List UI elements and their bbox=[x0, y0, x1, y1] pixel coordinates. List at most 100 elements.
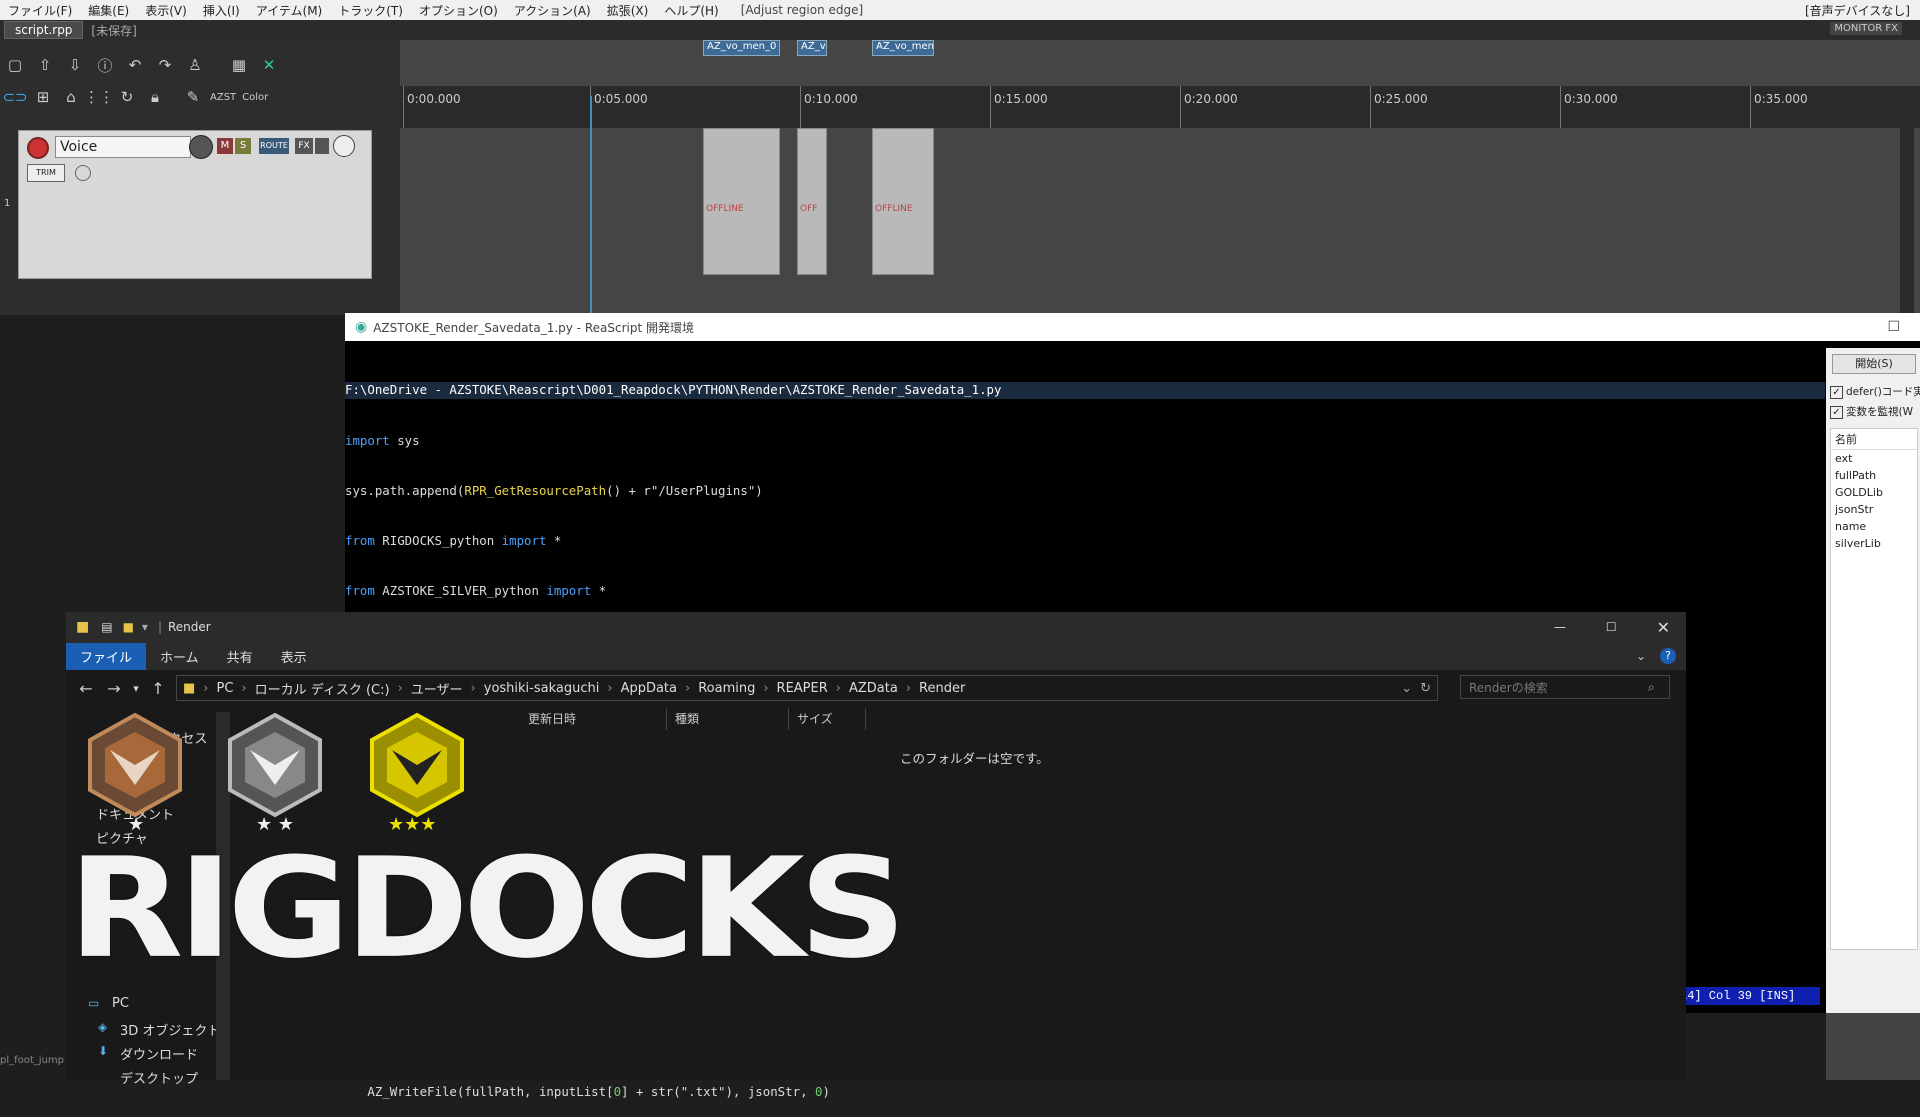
trim-button[interactable]: TRIM bbox=[27, 164, 65, 182]
column-size[interactable]: サイズ bbox=[789, 708, 866, 730]
azst-label[interactable]: AZST bbox=[210, 92, 236, 103]
variable-item[interactable]: jsonStr bbox=[1831, 501, 1917, 518]
column-type[interactable]: 種類 bbox=[667, 708, 789, 730]
properties-icon[interactable]: ▤ bbox=[101, 620, 112, 634]
ribbon-tab-home[interactable]: ホーム bbox=[146, 643, 213, 670]
refresh-icon[interactable]: ↻ bbox=[1420, 681, 1431, 696]
track-name-field[interactable]: Voice bbox=[55, 136, 191, 158]
lines-icon[interactable]: ⋮⋮ bbox=[84, 86, 114, 108]
column-date[interactable]: 更新日時 bbox=[520, 708, 667, 730]
menu-options[interactable]: オプション(O) bbox=[411, 2, 506, 19]
back-icon[interactable]: ← bbox=[72, 679, 100, 698]
timeline-ruler[interactable]: 0:00.000 0:05.000 0:10.000 0:15.000 0:20.000… bbox=[400, 86, 1920, 128]
quick-access-dropdown-icon[interactable]: ▾ bbox=[142, 620, 148, 634]
maximize-icon[interactable]: ☐ bbox=[1606, 620, 1617, 634]
record-arm-icon[interactable] bbox=[27, 137, 49, 159]
ribbon-tab-file[interactable]: ファイル bbox=[66, 642, 147, 670]
help-icon[interactable]: ? bbox=[1660, 648, 1676, 664]
variable-item[interactable]: name bbox=[1831, 518, 1917, 535]
arrange-view[interactable] bbox=[400, 40, 1920, 315]
forward-icon[interactable]: → bbox=[100, 679, 128, 698]
breadcrumb-pc[interactable]: PC bbox=[213, 681, 238, 696]
breadcrumb-local-disk[interactable]: ローカル ディスク (C:) bbox=[251, 679, 394, 698]
arrange-scrollbar[interactable] bbox=[1900, 120, 1914, 315]
close-icon[interactable]: ✕ bbox=[1657, 618, 1670, 637]
audio-device-status[interactable]: [音声デバイスなし] bbox=[1805, 2, 1920, 19]
region-marker[interactable]: AZ_v bbox=[797, 40, 827, 56]
redo-icon[interactable]: ↷ bbox=[154, 54, 176, 76]
info-icon[interactable]: ⓘ bbox=[94, 54, 116, 76]
breadcrumb-render[interactable]: Render bbox=[915, 681, 969, 696]
variable-item[interactable]: GOLDLib bbox=[1831, 484, 1917, 501]
grid-icon[interactable]: ▦ bbox=[228, 54, 250, 76]
menu-extensions[interactable]: 拡張(X) bbox=[599, 2, 657, 19]
menu-file[interactable]: ファイル(F) bbox=[0, 2, 80, 19]
route-button[interactable]: ROUTE bbox=[259, 138, 289, 154]
recent-dropdown-icon[interactable]: ▾ bbox=[128, 682, 144, 695]
pencil-icon[interactable]: ✎ bbox=[182, 86, 204, 108]
nav-desktop[interactable]: デスクトップ bbox=[120, 1068, 198, 1087]
menu-insert[interactable]: 挿入(I) bbox=[195, 2, 248, 19]
save-icon[interactable]: ⇩ bbox=[64, 54, 86, 76]
variable-item[interactable]: silverLib bbox=[1831, 535, 1917, 552]
breadcrumb-user[interactable]: yoshiki-sakaguchi bbox=[480, 681, 604, 696]
maximize-icon[interactable]: ☐ bbox=[1887, 319, 1900, 335]
variable-item[interactable]: ext bbox=[1831, 450, 1917, 467]
breadcrumb-appdata[interactable]: AppData bbox=[617, 681, 681, 696]
mute-button[interactable]: M bbox=[217, 138, 233, 154]
minimize-icon[interactable]: — bbox=[1554, 620, 1566, 634]
snap-icon[interactable]: ⊞ bbox=[32, 86, 54, 108]
ribbon-tab-view[interactable]: 表示 bbox=[267, 643, 321, 670]
ribbon-expand-icon[interactable]: ⌄ bbox=[1636, 649, 1646, 663]
menu-actions[interactable]: アクション(A) bbox=[506, 2, 599, 19]
menu-track[interactable]: トラック(T) bbox=[330, 2, 411, 19]
lock-icon[interactable]: 🔒︎ bbox=[144, 86, 166, 108]
menu-item[interactable]: アイテム(M) bbox=[248, 2, 331, 19]
new-folder-icon[interactable]: ■ bbox=[123, 620, 134, 634]
link-icon[interactable]: ⊂⊃ bbox=[2, 86, 27, 108]
breadcrumb-users[interactable]: ユーザー bbox=[407, 679, 467, 698]
color-label[interactable]: Color bbox=[242, 92, 268, 103]
open-file-icon[interactable]: ⇧ bbox=[34, 54, 56, 76]
monitor-fx-button[interactable]: MONITOR FX bbox=[1830, 22, 1902, 35]
up-icon[interactable]: ↑ bbox=[144, 679, 172, 698]
nav-downloads[interactable]: ダウンロード bbox=[120, 1044, 198, 1063]
media-item[interactable]: OFFLINE bbox=[872, 128, 934, 275]
loop-icon[interactable]: ↻ bbox=[116, 86, 138, 108]
track-voice[interactable]: Voice M S ROUTE FX TRIM bbox=[18, 130, 372, 279]
project-tab[interactable]: script.rpp bbox=[4, 21, 84, 39]
nav-3d-objects[interactable]: 3D オブジェクト bbox=[120, 1020, 220, 1039]
menu-view[interactable]: 表示(V) bbox=[137, 2, 195, 19]
envelope-icon[interactable]: ⌂ bbox=[60, 86, 82, 108]
undo-icon[interactable]: ↶ bbox=[124, 54, 146, 76]
phase-icon[interactable] bbox=[75, 165, 91, 181]
media-item[interactable]: OFF bbox=[797, 128, 827, 275]
metronome-icon[interactable]: ♙ bbox=[184, 54, 206, 76]
pan-knob-icon[interactable] bbox=[333, 135, 355, 157]
watch-variables-checkbox[interactable]: ✓ 変数を監視(W bbox=[1830, 404, 1913, 419]
variable-item[interactable]: fullPath bbox=[1831, 467, 1917, 484]
address-bar[interactable]: ■ › PC › ローカル ディスク (C:) › ユーザー › yoshiki-sa… bbox=[176, 675, 1438, 701]
solo-button[interactable]: S bbox=[235, 138, 251, 154]
ribbon-tab-share[interactable]: 共有 bbox=[213, 643, 267, 670]
run-button[interactable]: 開始(S) bbox=[1832, 354, 1916, 374]
breadcrumb-azdata[interactable]: AZData bbox=[845, 681, 902, 696]
new-file-icon[interactable]: ▢ bbox=[4, 54, 26, 76]
region-marker[interactable]: AZ_vo_men bbox=[872, 40, 934, 56]
breadcrumb-reaper[interactable]: REAPER bbox=[773, 681, 832, 696]
fx-button[interactable]: FX bbox=[295, 138, 313, 154]
volume-knob-icon[interactable] bbox=[189, 135, 213, 159]
fx-bypass-icon[interactable] bbox=[315, 138, 329, 154]
region-marker[interactable]: AZ_vo_men_0 bbox=[703, 40, 780, 56]
breadcrumb-roaming[interactable]: Roaming bbox=[694, 681, 759, 696]
menu-help[interactable]: ヘルプ(H) bbox=[656, 2, 726, 19]
variable-list[interactable]: 名前 ext fullPath GOLDLib jsonStr name sil… bbox=[1830, 428, 1918, 950]
ripple-icon[interactable]: ✕ bbox=[258, 54, 280, 76]
address-dropdown-icon[interactable]: ⌄ bbox=[1401, 681, 1412, 696]
defer-checkbox[interactable]: ✓ defer()コード実 bbox=[1830, 384, 1920, 399]
media-item[interactable]: OFFLINE bbox=[703, 128, 780, 275]
search-input[interactable]: Renderの検索 bbox=[1460, 675, 1670, 699]
nav-pc[interactable]: PC bbox=[112, 996, 129, 1011]
code-editor[interactable]: F:\OneDrive - AZSTOKE\Reascript\D001_Rea… bbox=[345, 349, 1825, 1099]
menu-edit[interactable]: 編集(E) bbox=[80, 2, 137, 19]
